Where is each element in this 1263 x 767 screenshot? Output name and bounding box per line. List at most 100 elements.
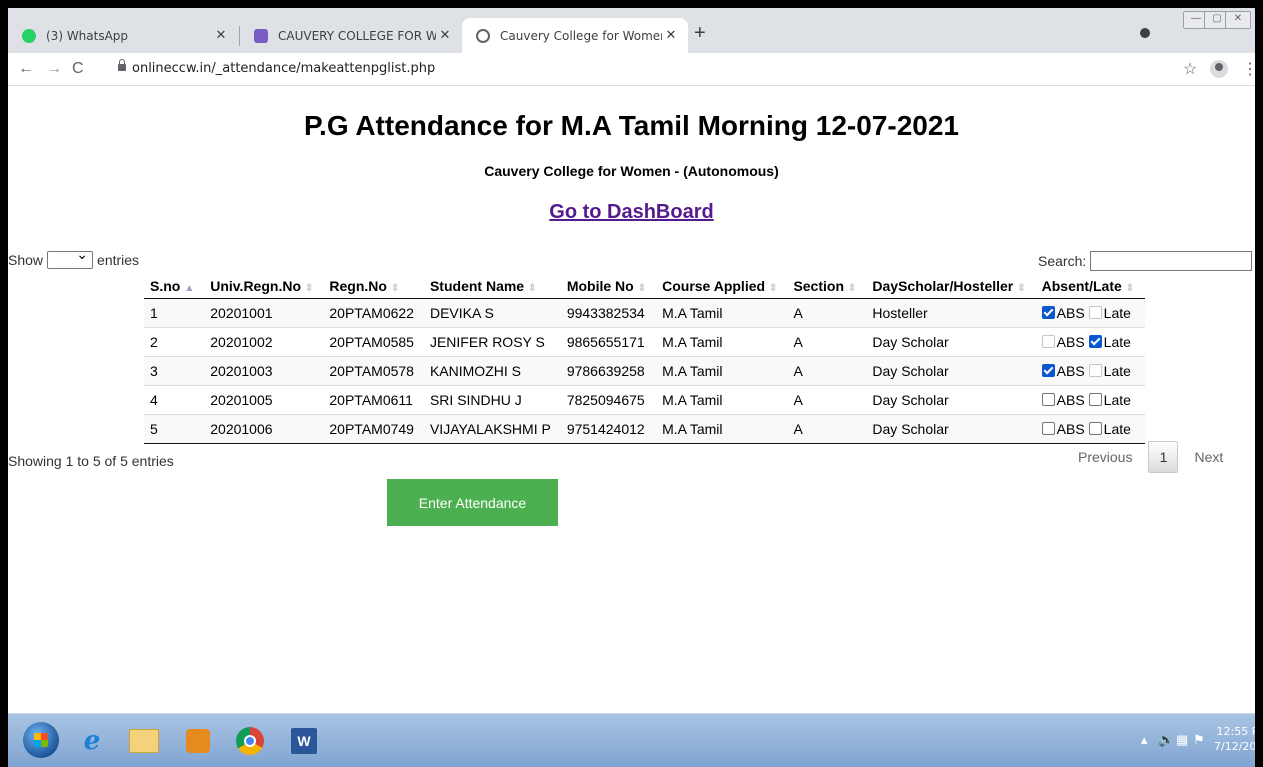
sort-icon: ⇕ — [305, 283, 314, 294]
sheets-icon — [254, 28, 268, 43]
sort-icon: ⇕ — [1125, 283, 1135, 294]
media-indicator-icon[interactable] — [1140, 28, 1150, 38]
cell-mobile: 9943382534 — [560, 298, 657, 328]
network-icon[interactable]: ▦ — [1176, 732, 1188, 748]
reload-icon[interactable]: C — [72, 60, 84, 78]
cell-sno: 2 — [144, 327, 205, 357]
abs-checkbox-label: ABS — [1056, 421, 1085, 437]
cell-course: M.A Tamil — [656, 356, 788, 386]
close-tab-icon[interactable]: ✕ — [662, 28, 680, 43]
col-student-name[interactable]: Student Name ⇕ — [423, 274, 561, 299]
dashboard-link-wrap: Go to DashBoard — [8, 201, 1255, 224]
close-tab-icon[interactable]: ✕ — [212, 28, 230, 43]
media-center-icon[interactable] — [180, 723, 216, 759]
internet-explorer-icon[interactable]: e — [74, 723, 110, 759]
chrome-icon[interactable] — [232, 723, 268, 759]
col-dayscholar[interactable]: DayScholar/Hosteller ⇕ — [866, 274, 1036, 299]
cell-section: A — [787, 356, 867, 386]
tab-whatsapp[interactable]: (3) WhatsApp ✕ — [8, 18, 238, 53]
col-regn[interactable]: Regn.No ⇕ — [323, 274, 424, 299]
abs-checkbox[interactable] — [1041, 335, 1055, 348]
col-univ-regn[interactable]: Univ.Regn.No ⇕ — [204, 274, 324, 299]
col-absent-late[interactable]: Absent/Late ⇕ — [1035, 274, 1145, 299]
browser-menu-icon[interactable]: ⋮ — [1242, 59, 1255, 79]
tab-cauvery-college[interactable]: Cauvery College for Women ✕ — [462, 18, 688, 53]
previous-button[interactable]: Previous — [1078, 449, 1132, 465]
cell-mobile: 9786639258 — [560, 356, 657, 386]
dashboard-link[interactable]: Go to DashBoard — [549, 201, 713, 223]
table-row: 2 20201002 20PTAM0585 JENIFER ROSY S 9865655… — [144, 327, 1145, 357]
late-checkbox-label: Late — [1103, 334, 1131, 350]
back-icon[interactable]: ← — [18, 60, 34, 78]
abs-checkbox[interactable] — [1041, 364, 1055, 377]
cell-section: A — [787, 414, 867, 444]
word-icon[interactable]: W — [286, 723, 322, 759]
tab-cauvery-sheet[interactable]: CAUVERY COLLEGE FOR WOMEN ✕ — [240, 18, 462, 53]
cell-section: A — [787, 298, 867, 328]
start-button[interactable] — [23, 722, 59, 758]
next-button[interactable]: Next — [1194, 449, 1223, 465]
entries-label: entries — [97, 252, 140, 268]
profile-avatar-icon[interactable] — [1210, 60, 1228, 78]
late-checkbox-label: Late — [1103, 392, 1131, 408]
attendance-table: S.no ▲ Univ.Regn.No ⇕ Regn.No ⇕ Student Nam… — [144, 274, 1145, 444]
abs-checkbox[interactable] — [1041, 393, 1055, 406]
file-explorer-icon[interactable] — [126, 723, 162, 759]
cell-type: Day Scholar — [866, 385, 1036, 415]
pagination: Previous 1 Next — [1078, 441, 1223, 473]
cell-name: VIJAYALAKSHMI P — [423, 414, 561, 444]
abs-checkbox[interactable] — [1041, 422, 1055, 435]
late-checkbox[interactable] — [1088, 335, 1102, 348]
late-checkbox[interactable] — [1088, 422, 1102, 435]
bookmark-star-icon[interactable]: ☆ — [1183, 59, 1197, 79]
cell-absent-late: ABS Late — [1035, 385, 1145, 415]
entries-select[interactable] — [47, 246, 94, 269]
late-checkbox[interactable] — [1088, 393, 1102, 406]
page-1-button[interactable]: 1 — [1148, 441, 1179, 473]
search-input[interactable] — [1090, 251, 1253, 271]
cell-course: M.A Tamil — [656, 414, 788, 444]
cell-univ: 20201005 — [204, 385, 324, 415]
new-tab-icon[interactable]: + — [694, 22, 706, 45]
col-mobile[interactable]: Mobile No ⇕ — [560, 274, 657, 299]
window-close-icon[interactable]: ✕ — [1225, 11, 1251, 29]
cell-name: SRI SINDHU J — [423, 385, 561, 415]
cell-type: Hosteller — [866, 298, 1036, 328]
col-section[interactable]: Section ⇕ — [787, 274, 867, 299]
taskbar-clock[interactable]: 12:55 PM 7/12/2021 — [1214, 724, 1255, 754]
enter-attendance-button[interactable]: Enter Attendance — [387, 479, 558, 526]
tray-arrow-icon[interactable]: ▴ — [1141, 732, 1148, 748]
cell-absent-late: ABS Late — [1035, 298, 1145, 328]
cell-univ: 20201003 — [204, 356, 324, 386]
col-course[interactable]: Course Applied ⇕ — [656, 274, 788, 299]
table-row: 4 20201005 20PTAM0611 SRI SINDHU J 782509467… — [144, 385, 1145, 415]
cell-course: M.A Tamil — [656, 385, 788, 415]
search-label: Search: — [1038, 253, 1087, 269]
address-bar[interactable]: onlineccw.in/_attendance/makeattenpglist… — [132, 61, 435, 76]
action-center-icon[interactable]: ⚑ — [1193, 732, 1205, 748]
table-body: 1 20201001 20PTAM0622 DEVIKA S 9943382534 M.A… — [144, 298, 1145, 444]
cell-mobile: 9751424012 — [560, 414, 657, 444]
search-control: Search: — [1038, 251, 1253, 271]
page-content: P.G Attendance for M.A Tamil Morning 12-… — [8, 86, 1255, 713]
entries-length-control: Show entries — [8, 246, 140, 269]
cell-absent-late: ABS Late — [1035, 356, 1145, 386]
table-row: 3 20201003 20PTAM0578 KANIMOZHI S 9786639258… — [144, 356, 1145, 386]
college-subtitle: Cauvery College for Women - (Autonomous) — [484, 163, 779, 179]
cell-type: Day Scholar — [866, 356, 1036, 386]
close-tab-icon[interactable]: ✕ — [436, 28, 454, 43]
table-header-row: S.no ▲ Univ.Regn.No ⇕ Regn.No ⇕ Student Nam… — [144, 274, 1145, 299]
lock-icon — [118, 59, 126, 71]
cell-sno: 4 — [144, 385, 205, 415]
volume-icon[interactable]: 🔈 — [1158, 732, 1174, 748]
abs-checkbox[interactable] — [1041, 306, 1055, 319]
table-row: 1 20201001 20PTAM0622 DEVIKA S 9943382534 M.A… — [144, 298, 1145, 328]
col-sno[interactable]: S.no ▲ — [144, 274, 205, 299]
sort-icon: ⇕ — [528, 283, 537, 294]
late-checkbox[interactable] — [1088, 306, 1102, 319]
late-checkbox[interactable] — [1088, 364, 1102, 377]
forward-icon[interactable]: → — [46, 60, 62, 78]
cell-name: JENIFER ROSY S — [423, 327, 561, 357]
cell-section: A — [787, 327, 867, 357]
sort-icon: ⇕ — [390, 283, 400, 294]
